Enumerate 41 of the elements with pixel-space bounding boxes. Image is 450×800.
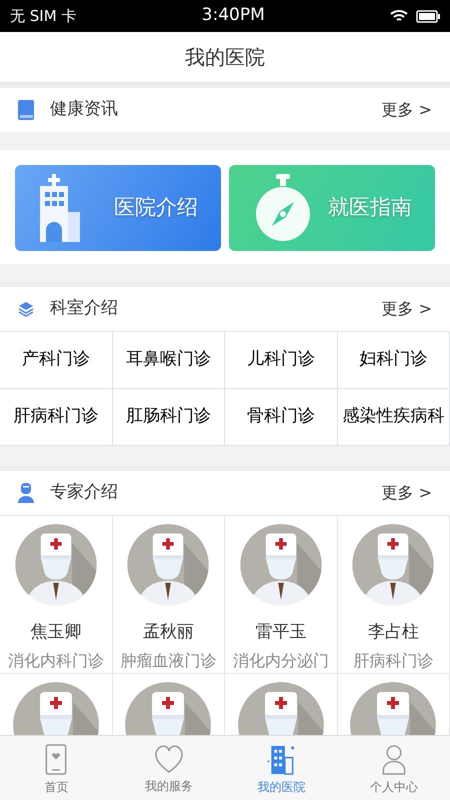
- battery-icon: [416, 10, 440, 22]
- section-title: 健康资讯: [50, 98, 118, 122]
- person-icon: [380, 744, 407, 775]
- page-title: 我的医院: [185, 44, 265, 71]
- department-item[interactable]: 感染性疾病科: [338, 389, 450, 446]
- tab-item[interactable]: 个人中心: [338, 736, 450, 800]
- more-link[interactable]: 更多 >: [382, 98, 432, 122]
- expert-department: 肝病科门诊: [353, 650, 434, 672]
- expert-card[interactable]: 焦玉卿 消化内科门诊: [0, 516, 112, 674]
- phone-icon: [45, 744, 68, 775]
- clock-text: 3:40PM: [202, 4, 265, 28]
- expert-name: 孟秋丽: [142, 620, 194, 644]
- expert-name: 李占柱: [368, 620, 419, 644]
- doctor-icon: [18, 483, 34, 503]
- expert-department: 消化内科门诊: [8, 650, 104, 672]
- department-item[interactable]: 肝病科门诊: [0, 389, 112, 446]
- more-link[interactable]: 更多 >: [382, 297, 432, 321]
- more-link[interactable]: 更多 >: [382, 481, 432, 505]
- department-item[interactable]: 耳鼻喉门诊: [112, 332, 225, 389]
- expert-card[interactable]: 雷平玉 消化内分泌门: [225, 516, 338, 674]
- layers-icon: [18, 301, 34, 317]
- expert-card[interactable]: 李占柱 肝病科门诊: [338, 516, 450, 674]
- section-title: 专家介绍: [50, 481, 118, 504]
- expert-card[interactable]: 孟秋丽 肿瘤血液门诊: [112, 516, 225, 674]
- book-icon: [18, 100, 34, 120]
- department-item[interactable]: 产科门诊: [0, 332, 112, 389]
- expert-name: 雷平玉: [255, 620, 306, 644]
- section-title: 科室介绍: [50, 297, 118, 320]
- carrier-text: 无 SIM 卡: [10, 6, 76, 27]
- heart-icon: [152, 744, 185, 774]
- building-icon: [266, 744, 296, 775]
- expert-name: 焦玉卿: [30, 620, 82, 644]
- tab-item[interactable]: 我的服务: [112, 736, 225, 800]
- tab-item[interactable]: 首页: [0, 736, 112, 800]
- wifi-icon: [390, 9, 408, 23]
- department-item[interactable]: 妇科门诊: [338, 332, 450, 389]
- department-item[interactable]: 儿科门诊: [225, 332, 338, 389]
- expert-department: 肿瘤血液门诊: [120, 650, 216, 672]
- department-item[interactable]: 肛肠科门诊: [112, 389, 225, 446]
- department-item[interactable]: 骨科门诊: [225, 389, 338, 446]
- expert-department: 消化内分泌门: [232, 650, 329, 672]
